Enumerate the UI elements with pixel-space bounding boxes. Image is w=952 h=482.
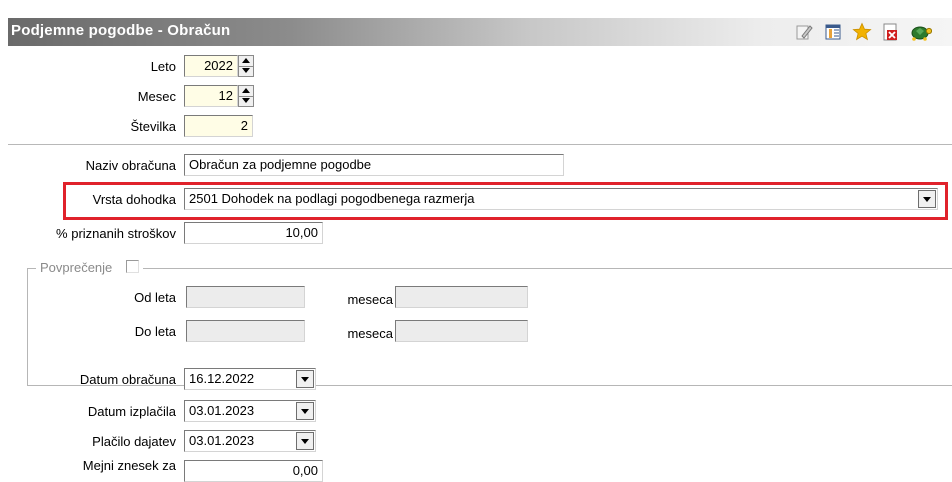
mesec-spinner[interactable] — [238, 85, 254, 107]
leto-label: Leto — [150, 59, 176, 74]
vrsta-select[interactable]: 2501 Dohodek na podlagi pogodbenega razm… — [184, 188, 938, 210]
vrsta-value: 2501 Dohodek na podlagi pogodbenega razm… — [189, 191, 475, 206]
mejni-znesek-label: Mejni znesek za — [82, 458, 176, 473]
od-leta-input[interactable] — [186, 286, 305, 308]
placilo-dajatev-dropdown-icon[interactable] — [296, 432, 314, 450]
stroski-input[interactable]: 10,00 — [184, 222, 323, 244]
mesec-down-icon[interactable] — [239, 96, 253, 106]
od-meseca-label: meseca — [347, 292, 393, 307]
naziv-label: Naziv obračuna — [85, 158, 176, 173]
mejni-znesek-input[interactable]: 0,00 — [184, 460, 323, 482]
favorite-star-icon[interactable] — [852, 22, 872, 42]
close-document-icon[interactable] — [880, 22, 900, 42]
window-title: Podjemne pogodbe - Obračun — [11, 22, 231, 39]
stevilka-label: Številka — [130, 119, 176, 134]
datum-izplacila-dropdown-icon[interactable] — [296, 402, 314, 420]
columns-icon[interactable] — [823, 22, 843, 42]
vrsta-dropdown-icon[interactable] — [918, 190, 936, 208]
datum-obracuna-dropdown-icon[interactable] — [296, 370, 314, 388]
leto-down-icon[interactable] — [239, 66, 253, 76]
do-meseca-label: meseca — [347, 326, 393, 341]
placilo-dajatev-label: Plačilo dajatev — [92, 434, 176, 449]
datum-izplacila-label: Datum izplačila — [87, 404, 176, 419]
povprecenje-label: Povprečenje — [40, 260, 113, 275]
do-leta-input[interactable] — [186, 320, 305, 342]
stevilka-input[interactable]: 2 — [184, 115, 253, 137]
top-strip — [0, 0, 952, 18]
od-meseca-input[interactable] — [395, 286, 528, 308]
od-leta-label: Od leta — [134, 290, 176, 305]
turtle-icon[interactable] — [908, 22, 932, 42]
povprecenje-legend: Povprečenje — [36, 260, 144, 275]
form-panel: Leto 2022 Mesec 12 Številka 2 Naziv obra… — [8, 46, 952, 482]
do-leta-label: Do leta — [134, 324, 176, 339]
separator-top — [8, 144, 952, 145]
leto-input[interactable]: 2022 — [184, 55, 238, 77]
naziv-input[interactable]: Obračun za podjemne pogodbe — [184, 154, 564, 176]
mesec-label: Mesec — [137, 89, 176, 104]
povprecenje-checkbox[interactable] — [126, 260, 140, 273]
stroski-label: % priznanih stroškov — [56, 226, 176, 241]
edit-icon[interactable] — [794, 22, 814, 42]
leto-spinner[interactable] — [238, 55, 254, 77]
datum-obracuna-label: Datum obračuna — [79, 372, 176, 387]
vrsta-label: Vrsta dohodka — [92, 192, 176, 207]
do-meseca-input[interactable] — [395, 320, 528, 342]
mesec-input[interactable]: 12 — [184, 85, 238, 107]
window-titlebar: Podjemne pogodbe - Obračun — [8, 18, 952, 46]
